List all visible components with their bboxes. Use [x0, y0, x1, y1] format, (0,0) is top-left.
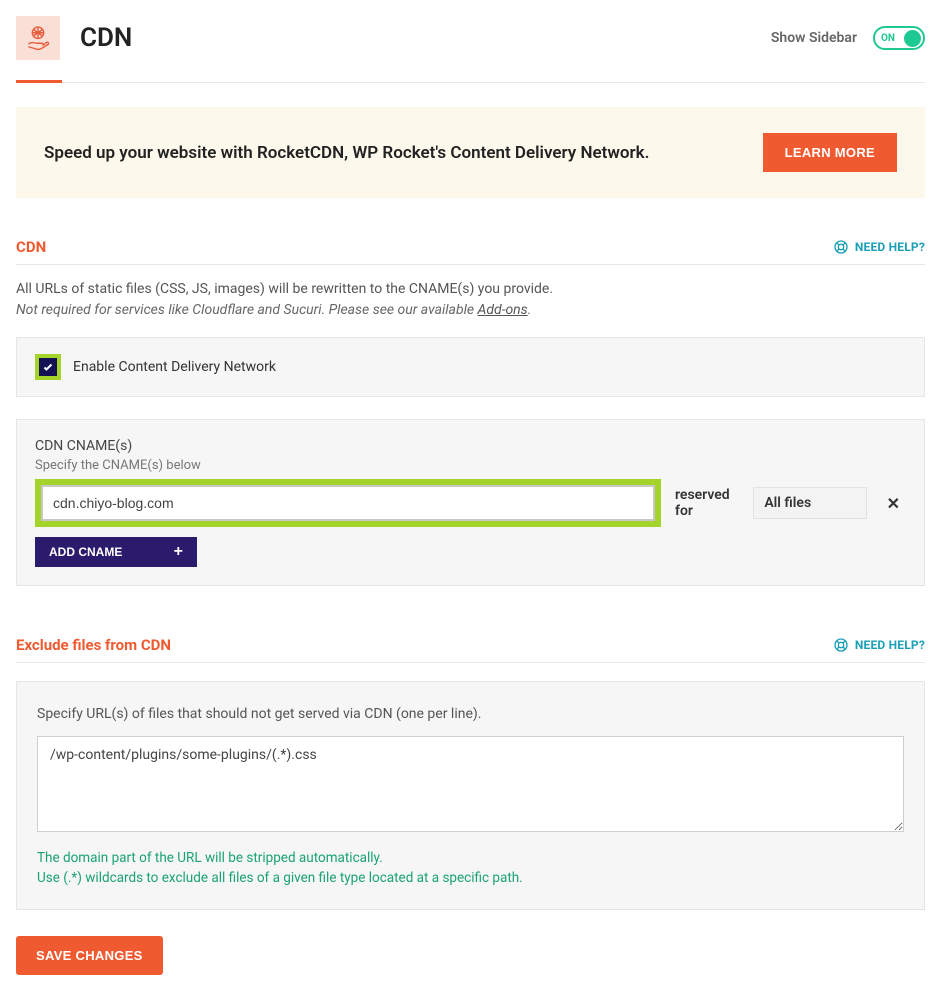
enable-cdn-checkbox[interactable] [39, 358, 57, 376]
cdn-desc-line2: Not required for services like Cloudflar… [16, 300, 925, 321]
exclude-textarea[interactable] [37, 736, 904, 832]
toggle-knob-icon [904, 30, 921, 47]
show-sidebar-label: Show Sidebar [771, 30, 857, 46]
highlight-ring-input [35, 479, 661, 527]
cdn-desc-line1: All URLs of static files (CSS, JS, image… [16, 279, 925, 300]
exclude-need-help-label: NEED HELP? [855, 638, 925, 652]
reserved-for-label: reserved for [675, 487, 739, 519]
header-left: CDN [16, 16, 132, 60]
exclude-need-help-link[interactable]: NEED HELP? [833, 637, 925, 653]
active-tab-indicator [16, 80, 62, 83]
enable-cdn-row: Enable Content Delivery Network [35, 354, 906, 380]
sidebar-toggle[interactable]: ON [873, 26, 925, 50]
lifebuoy-icon [833, 239, 849, 255]
highlight-ring [35, 354, 61, 380]
learn-more-button[interactable]: LEARN MORE [763, 133, 897, 172]
cname-panel-subdesc: Specify the CNAME(s) below [35, 458, 906, 473]
lifebuoy-icon [833, 637, 849, 653]
cdn-globe-hand-icon [16, 16, 60, 60]
save-changes-button[interactable]: SAVE CHANGES [16, 936, 163, 975]
rocketcdn-promo-banner: Speed up your website with RocketCDN, WP… [16, 107, 925, 198]
cdn-description: All URLs of static files (CSS, JS, image… [16, 279, 925, 321]
exclude-hint: The domain part of the URL will be strip… [37, 848, 904, 889]
addons-link[interactable]: Add-ons [478, 302, 528, 318]
enable-cdn-label: Enable Content Delivery Network [73, 359, 276, 375]
page-title: CDN [80, 23, 132, 53]
cdn-section-title: CDN [16, 238, 46, 256]
toggle-on-label: ON [881, 33, 895, 44]
promo-text: Speed up your website with RocketCDN, WP… [44, 143, 649, 163]
file-type-select[interactable]: All files [753, 487, 866, 519]
add-cname-button[interactable]: ADD CNAME + [35, 537, 197, 567]
check-icon [42, 361, 54, 373]
cname-row: reserved for All files ✕ [35, 479, 906, 527]
cdn-section-head: CDN NEED HELP? [16, 238, 925, 265]
page-header: CDN Show Sidebar ON [16, 16, 925, 83]
cname-input[interactable] [41, 485, 655, 521]
exclude-desc: Specify URL(s) of files that should not … [37, 706, 904, 722]
need-help-link[interactable]: NEED HELP? [833, 239, 925, 255]
exclude-panel: Specify URL(s) of files that should not … [16, 681, 925, 910]
cname-panel: CDN CNAME(s) Specify the CNAME(s) below … [16, 419, 925, 586]
header-right: Show Sidebar ON [771, 26, 925, 50]
cname-panel-title: CDN CNAME(s) [35, 438, 906, 454]
exclude-hint-line1: The domain part of the URL will be strip… [37, 848, 904, 868]
add-cname-label: ADD CNAME [49, 545, 122, 559]
exclude-section-title: Exclude files from CDN [16, 636, 171, 654]
plus-icon: + [174, 543, 183, 561]
exclude-hint-line2: Use (.*) wildcards to exclude all files … [37, 868, 904, 888]
remove-cname-button[interactable]: ✕ [881, 494, 906, 513]
need-help-label: NEED HELP? [855, 240, 925, 254]
enable-cdn-panel: Enable Content Delivery Network [16, 337, 925, 397]
cdn-desc-line2-suffix: . [528, 302, 532, 318]
cdn-desc-line2-prefix: Not required for services like Cloudflar… [16, 302, 478, 318]
exclude-section-head: Exclude files from CDN NEED HELP? [16, 636, 925, 663]
